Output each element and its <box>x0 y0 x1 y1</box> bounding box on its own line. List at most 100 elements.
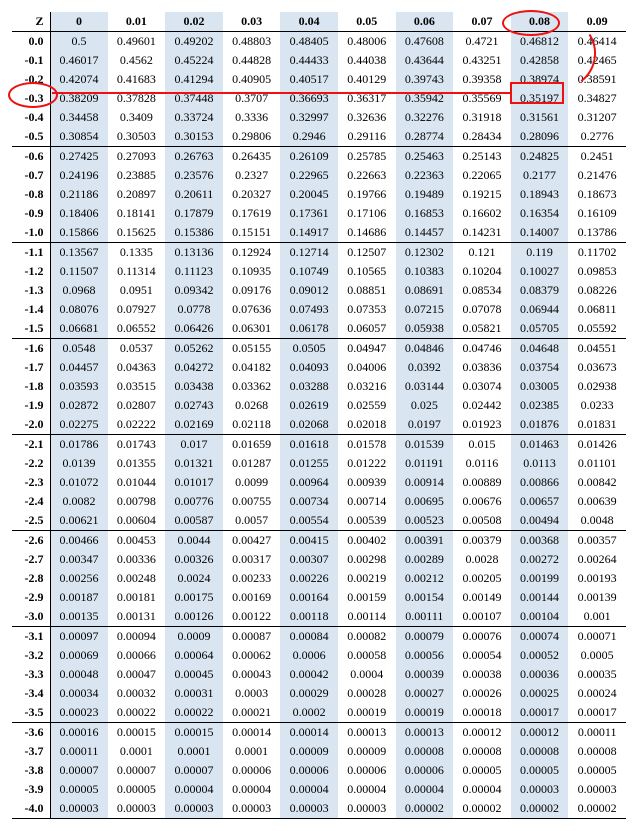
table-cell: 0.37448 <box>165 89 223 108</box>
table-cell: 0.01876 <box>511 415 569 435</box>
table-cell: 0.04746 <box>453 339 511 359</box>
table-cell: 0.06426 <box>165 319 223 339</box>
table-cell: 0.04457 <box>50 358 108 377</box>
table-cell: 0.22065 <box>453 166 511 185</box>
table-cell: 0.00005 <box>568 761 626 780</box>
table-cell: 0.00004 <box>338 780 396 799</box>
table-cell: 0.03593 <box>50 377 108 396</box>
table-cell: 0.00054 <box>453 646 511 665</box>
table-cell: 0.00064 <box>165 646 223 665</box>
table-cell: 0.00013 <box>338 723 396 743</box>
table-cell: 0.14686 <box>338 223 396 243</box>
table-cell: 0.41294 <box>165 70 223 89</box>
table-cell: 0.05592 <box>568 319 626 339</box>
table-cell: 0.03515 <box>108 377 166 396</box>
table-cell: 0.00402 <box>338 531 396 551</box>
table-cell: 0.14231 <box>453 223 511 243</box>
table-cell: 0.2177 <box>511 166 569 185</box>
table-cell: 0.00005 <box>50 780 108 799</box>
table-cell: 0.17106 <box>338 204 396 223</box>
table-cell: 0.29806 <box>223 127 281 147</box>
table-cell: 0.00066 <box>108 646 166 665</box>
col-header: 0.03 <box>223 12 281 32</box>
table-cell: 0.00714 <box>338 492 396 511</box>
table-cell: 0.08226 <box>568 281 626 300</box>
table-cell: 0.00226 <box>280 569 338 588</box>
table-cell: 0.17619 <box>223 204 281 223</box>
table-cell: 0.13567 <box>50 243 108 263</box>
table-cell: 0.001 <box>568 607 626 627</box>
table-cell: 0.01355 <box>108 454 166 473</box>
table-cell: 0.3336 <box>223 108 281 127</box>
table-cell: 0.48405 <box>280 32 338 52</box>
table-cell: 0.10749 <box>280 262 338 281</box>
table-cell: 0.11702 <box>568 243 626 263</box>
table-cell: 0.09176 <box>223 281 281 300</box>
table-cell: 0.0048 <box>568 511 626 531</box>
table-cell: 0.40517 <box>280 70 338 89</box>
table-cell: 0.04006 <box>338 358 396 377</box>
row-header: -0.2 <box>12 70 50 89</box>
table-cell: 0.16853 <box>396 204 454 223</box>
table-cell: 0.02222 <box>108 415 166 435</box>
table-cell: 0.00187 <box>50 588 108 607</box>
table-cell: 0.00164 <box>280 588 338 607</box>
row-header: -0.1 <box>12 51 50 70</box>
table-cell: 0.03216 <box>338 377 396 396</box>
table-cell: 0.03074 <box>453 377 511 396</box>
table-cell: 0.1335 <box>108 243 166 263</box>
table-cell: 0.00023 <box>50 703 108 723</box>
table-cell: 0.04182 <box>223 358 281 377</box>
table-cell: 0.00379 <box>453 531 511 551</box>
row-header: -2.6 <box>12 531 50 551</box>
table-cell: 0.00347 <box>50 550 108 569</box>
table-cell: 0.00079 <box>396 627 454 647</box>
table-cell: 0.38974 <box>511 70 569 89</box>
table-cell: 0.00007 <box>50 761 108 780</box>
table-cell: 0.00017 <box>511 703 569 723</box>
row-header: -3.6 <box>12 723 50 743</box>
table-cell: 0.02018 <box>338 415 396 435</box>
row-header: -2.4 <box>12 492 50 511</box>
table-cell: 0.02807 <box>108 396 166 415</box>
table-cell: 0.3409 <box>108 108 166 127</box>
table-cell: 0.00003 <box>511 780 569 799</box>
table-cell: 0.0139 <box>50 454 108 473</box>
table-cell: 0.38591 <box>568 70 626 89</box>
table-cell: 0.19489 <box>396 185 454 204</box>
table-cell: 0.26763 <box>165 147 223 167</box>
table-cell: 0.12714 <box>280 243 338 263</box>
table-cell: 0.00298 <box>338 550 396 569</box>
table-cell: 0.44828 <box>223 51 281 70</box>
table-cell: 0.00003 <box>568 780 626 799</box>
table-cell: 0.00193 <box>568 569 626 588</box>
table-cell: 0.03288 <box>280 377 338 396</box>
table-cell: 0.01072 <box>50 473 108 492</box>
table-cell: 0.00034 <box>50 684 108 703</box>
table-cell: 0.03673 <box>568 358 626 377</box>
table-cell: 0.0001 <box>108 742 166 761</box>
table-cell: 0.0268 <box>223 396 281 415</box>
table-cell: 0.01578 <box>338 435 396 455</box>
table-cell: 0.19766 <box>338 185 396 204</box>
table-cell: 0.00016 <box>50 723 108 743</box>
table-cell: 0.00554 <box>280 511 338 531</box>
table-cell: 0.16602 <box>453 204 511 223</box>
table-cell: 0.0548 <box>50 339 108 359</box>
table-cell: 0.00755 <box>223 492 281 511</box>
table-cell: 0.00248 <box>108 569 166 588</box>
table-cell: 0.00866 <box>511 473 569 492</box>
table-cell: 0.00002 <box>511 799 569 819</box>
table-cell: 0.08851 <box>338 281 396 300</box>
table-cell: 0.41683 <box>108 70 166 89</box>
table-cell: 0.19215 <box>453 185 511 204</box>
table-cell: 0.34827 <box>568 89 626 108</box>
table-cell: 0.00175 <box>165 588 223 607</box>
table-cell: 0.00048 <box>50 665 108 684</box>
table-cell: 0.23576 <box>165 166 223 185</box>
table-cell: 0.00798 <box>108 492 166 511</box>
table-cell: 0.13136 <box>165 243 223 263</box>
table-cell: 0.00008 <box>396 742 454 761</box>
table-cell: 0.0006 <box>280 646 338 665</box>
col-header: 0.05 <box>338 12 396 32</box>
